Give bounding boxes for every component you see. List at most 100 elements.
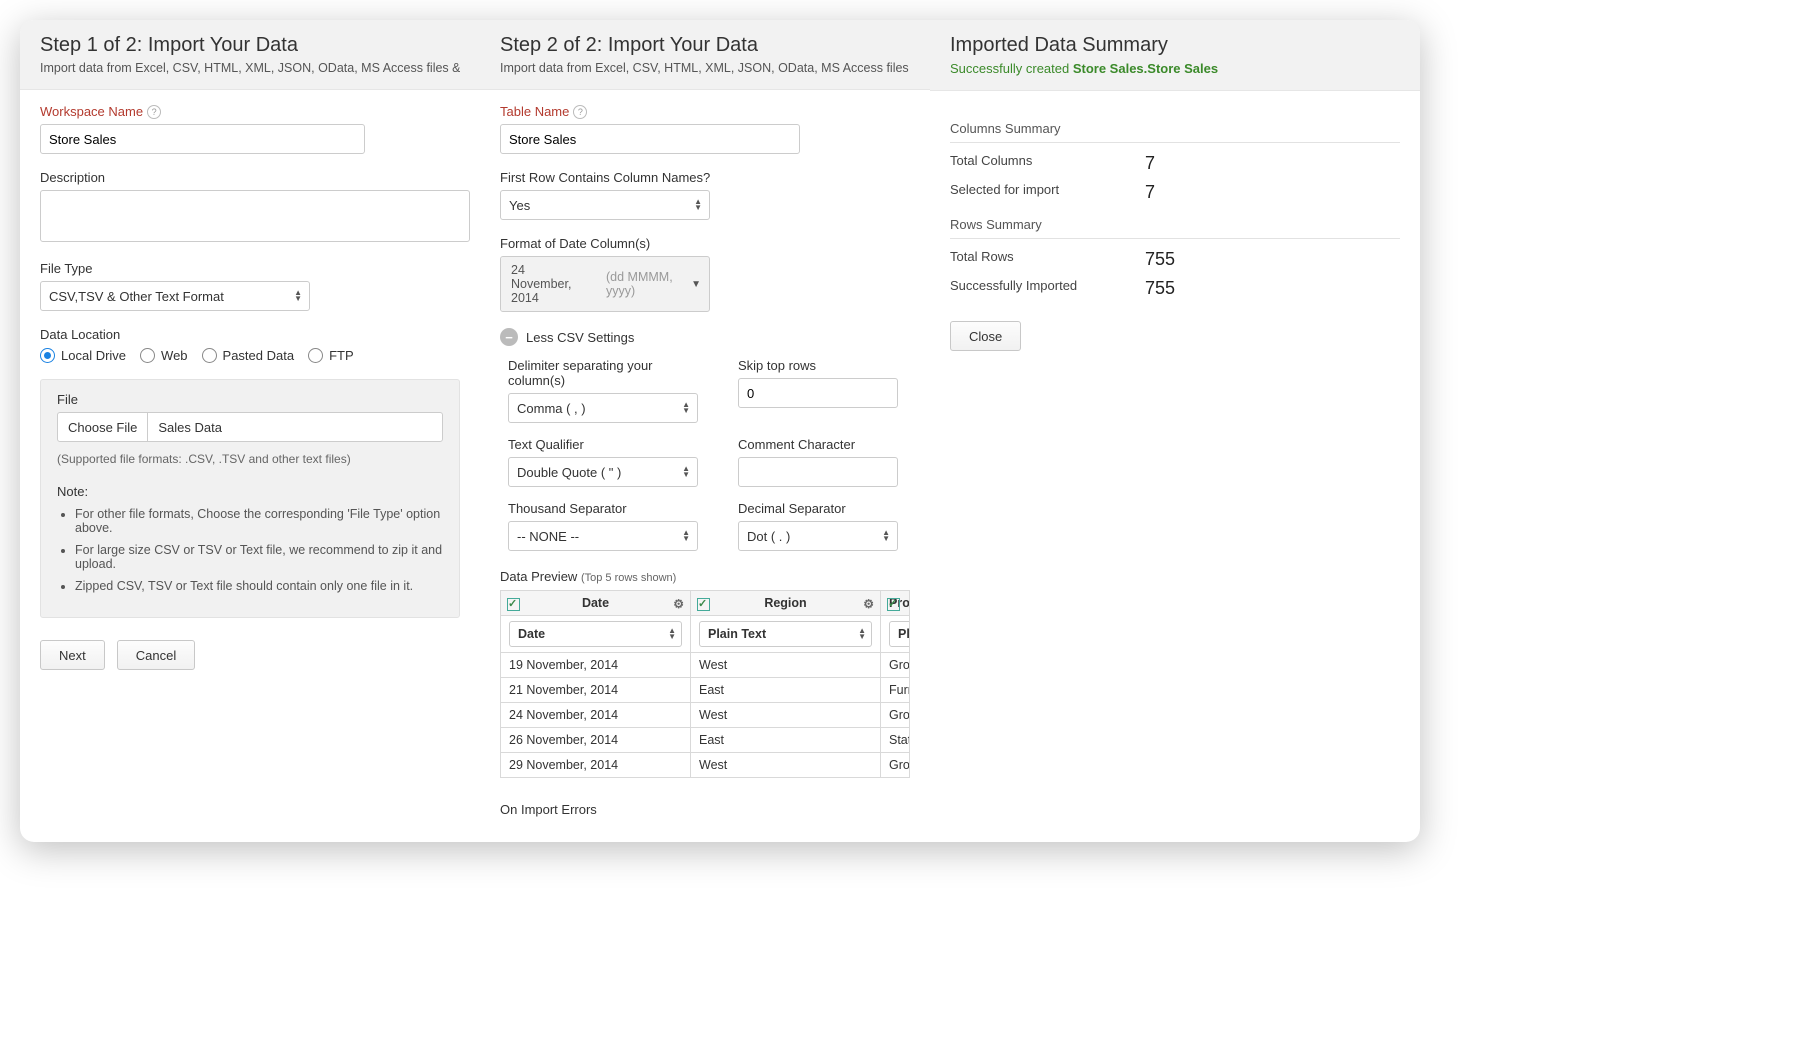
step2-header: Step 2 of 2: Import Your Data Import dat… bbox=[480, 20, 930, 90]
col-header-region-text: Region bbox=[764, 596, 806, 610]
success-message: Successfully created Store Sales.Store S… bbox=[950, 61, 1400, 76]
location-local-drive-label: Local Drive bbox=[61, 348, 126, 363]
qualifier-label: Text Qualifier bbox=[508, 437, 698, 452]
summary-panel: Imported Data Summary Successfully creat… bbox=[930, 20, 1420, 842]
cell: 19 November, 2014 bbox=[501, 653, 691, 678]
success-prefix: Successfully created bbox=[950, 61, 1073, 76]
location-web[interactable]: Web bbox=[140, 348, 188, 363]
checkbox-checked-icon[interactable] bbox=[507, 598, 520, 611]
decimal-select[interactable]: Dot ( . ) bbox=[738, 521, 898, 551]
gear-icon[interactable]: ⚙ bbox=[673, 597, 684, 611]
chosen-file-name: Sales Data bbox=[148, 420, 232, 435]
rows-section-title: Rows Summary bbox=[950, 217, 1400, 239]
location-ftp[interactable]: FTP bbox=[308, 348, 354, 363]
col-header-product[interactable]: Produ bbox=[881, 591, 910, 616]
chevron-updown-icon bbox=[858, 628, 866, 640]
decimal-value: Dot ( . ) bbox=[747, 529, 790, 544]
skiptop-input[interactable] bbox=[738, 378, 898, 408]
minus-circle-icon: − bbox=[500, 328, 518, 346]
col-type-region-select[interactable]: Plain Text bbox=[699, 621, 872, 647]
imported-label: Successfully Imported bbox=[950, 278, 1145, 299]
file-box: File Choose File Sales Data (Supported f… bbox=[40, 379, 460, 618]
dateformat-format: (dd MMMM, yyyy) bbox=[596, 264, 683, 304]
note-item: For large size CSV or TSV or Text file, … bbox=[75, 543, 443, 571]
note-item: For other file formats, Choose the corre… bbox=[75, 507, 443, 535]
workspace-name-input[interactable] bbox=[40, 124, 365, 154]
firstrow-select[interactable]: Yes bbox=[500, 190, 710, 220]
step1-subtitle: Import data from Excel, CSV, HTML, XML, … bbox=[40, 61, 460, 75]
delimiter-value: Comma ( , ) bbox=[517, 401, 586, 416]
total-cols-label: Total Columns bbox=[950, 153, 1145, 174]
less-csv-toggle[interactable]: − Less CSV Settings bbox=[500, 328, 910, 346]
workspace-name-label: Workspace Name ? bbox=[40, 104, 460, 119]
dateformat-select[interactable]: 24 November, 2014 (dd MMMM, yyyy) ▼ bbox=[500, 256, 710, 312]
less-csv-label: Less CSV Settings bbox=[526, 330, 634, 345]
file-chooser[interactable]: Choose File Sales Data bbox=[57, 412, 443, 442]
help-icon[interactable]: ? bbox=[573, 105, 587, 119]
workspace-name-label-text: Workspace Name bbox=[40, 104, 143, 119]
col-type-date-value: Date bbox=[518, 627, 545, 641]
cancel-button[interactable]: Cancel bbox=[117, 640, 195, 670]
cell: East bbox=[691, 728, 881, 753]
next-button[interactable]: Next bbox=[40, 640, 105, 670]
cell: Grocery bbox=[881, 653, 910, 678]
note-list: For other file formats, Choose the corre… bbox=[57, 507, 443, 593]
chevron-updown-icon bbox=[668, 628, 676, 640]
skiptop-label: Skip top rows bbox=[738, 358, 910, 373]
cell: West bbox=[691, 653, 881, 678]
radio-selected-icon bbox=[40, 348, 55, 363]
cell: 21 November, 2014 bbox=[501, 678, 691, 703]
sel-cols-label: Selected for import bbox=[950, 182, 1145, 203]
location-pasted-data[interactable]: Pasted Data bbox=[202, 348, 295, 363]
cols-section-title: Columns Summary bbox=[950, 121, 1400, 143]
file-format-hint: (Supported file formats: .CSV, .TSV and … bbox=[57, 452, 443, 466]
cell: Grocery bbox=[881, 703, 910, 728]
comment-input[interactable] bbox=[738, 457, 898, 487]
checkbox-checked-icon[interactable] bbox=[887, 598, 900, 611]
firstrow-value: Yes bbox=[509, 198, 530, 213]
checkbox-checked-icon[interactable] bbox=[697, 598, 710, 611]
description-input[interactable] bbox=[40, 190, 470, 242]
choose-file-button[interactable]: Choose File bbox=[58, 413, 148, 441]
location-pasted-data-label: Pasted Data bbox=[223, 348, 295, 363]
gear-icon[interactable]: ⚙ bbox=[863, 597, 874, 611]
file-label: File bbox=[57, 392, 443, 407]
cell: West bbox=[691, 753, 881, 778]
tablename-input[interactable] bbox=[500, 124, 800, 154]
tablename-label-text: Table Name bbox=[500, 104, 569, 119]
col-type-product-select[interactable]: Plain Text bbox=[889, 621, 910, 647]
data-preview-table: Date ⚙ Region ⚙ Produ bbox=[500, 590, 910, 778]
note-title: Note: bbox=[57, 484, 443, 499]
thousand-select[interactable]: -- NONE -- bbox=[508, 521, 698, 551]
help-icon[interactable]: ? bbox=[147, 105, 161, 119]
table-row: 29 November, 2014 West Grocery bbox=[501, 753, 910, 778]
delimiter-select[interactable]: Comma ( , ) bbox=[508, 393, 698, 423]
step2-title: Step 2 of 2: Import Your Data bbox=[500, 34, 910, 57]
radio-icon bbox=[140, 348, 155, 363]
qualifier-select[interactable]: Double Quote ( " ) bbox=[508, 457, 698, 487]
radio-icon bbox=[202, 348, 217, 363]
filetype-select[interactable]: CSV,TSV & Other Text Format bbox=[40, 281, 310, 311]
col-header-date[interactable]: Date ⚙ bbox=[501, 591, 691, 616]
cell: Stationery bbox=[881, 728, 910, 753]
cell: Grocery bbox=[881, 753, 910, 778]
qualifier-value: Double Quote ( " ) bbox=[517, 465, 621, 480]
col-type-product-value: Plain Text bbox=[898, 627, 910, 641]
total-rows-value: 755 bbox=[1145, 249, 1175, 270]
cell: 26 November, 2014 bbox=[501, 728, 691, 753]
tablename-label: Table Name ? bbox=[500, 104, 910, 119]
total-rows-label: Total Rows bbox=[950, 249, 1145, 270]
col-type-date-select[interactable]: Date bbox=[509, 621, 682, 647]
col-type-region-value: Plain Text bbox=[708, 627, 766, 641]
data-location-label: Data Location bbox=[40, 327, 460, 342]
location-local-drive[interactable]: Local Drive bbox=[40, 348, 126, 363]
step1-header: Step 1 of 2: Import Your Data Import dat… bbox=[20, 20, 480, 90]
cell: East bbox=[691, 678, 881, 703]
description-label: Description bbox=[40, 170, 460, 185]
radio-icon bbox=[308, 348, 323, 363]
table-row: 26 November, 2014 East Stationery bbox=[501, 728, 910, 753]
close-button[interactable]: Close bbox=[950, 321, 1021, 351]
cell: 29 November, 2014 bbox=[501, 753, 691, 778]
thousand-label: Thousand Separator bbox=[508, 501, 698, 516]
col-header-region[interactable]: Region ⚙ bbox=[691, 591, 881, 616]
